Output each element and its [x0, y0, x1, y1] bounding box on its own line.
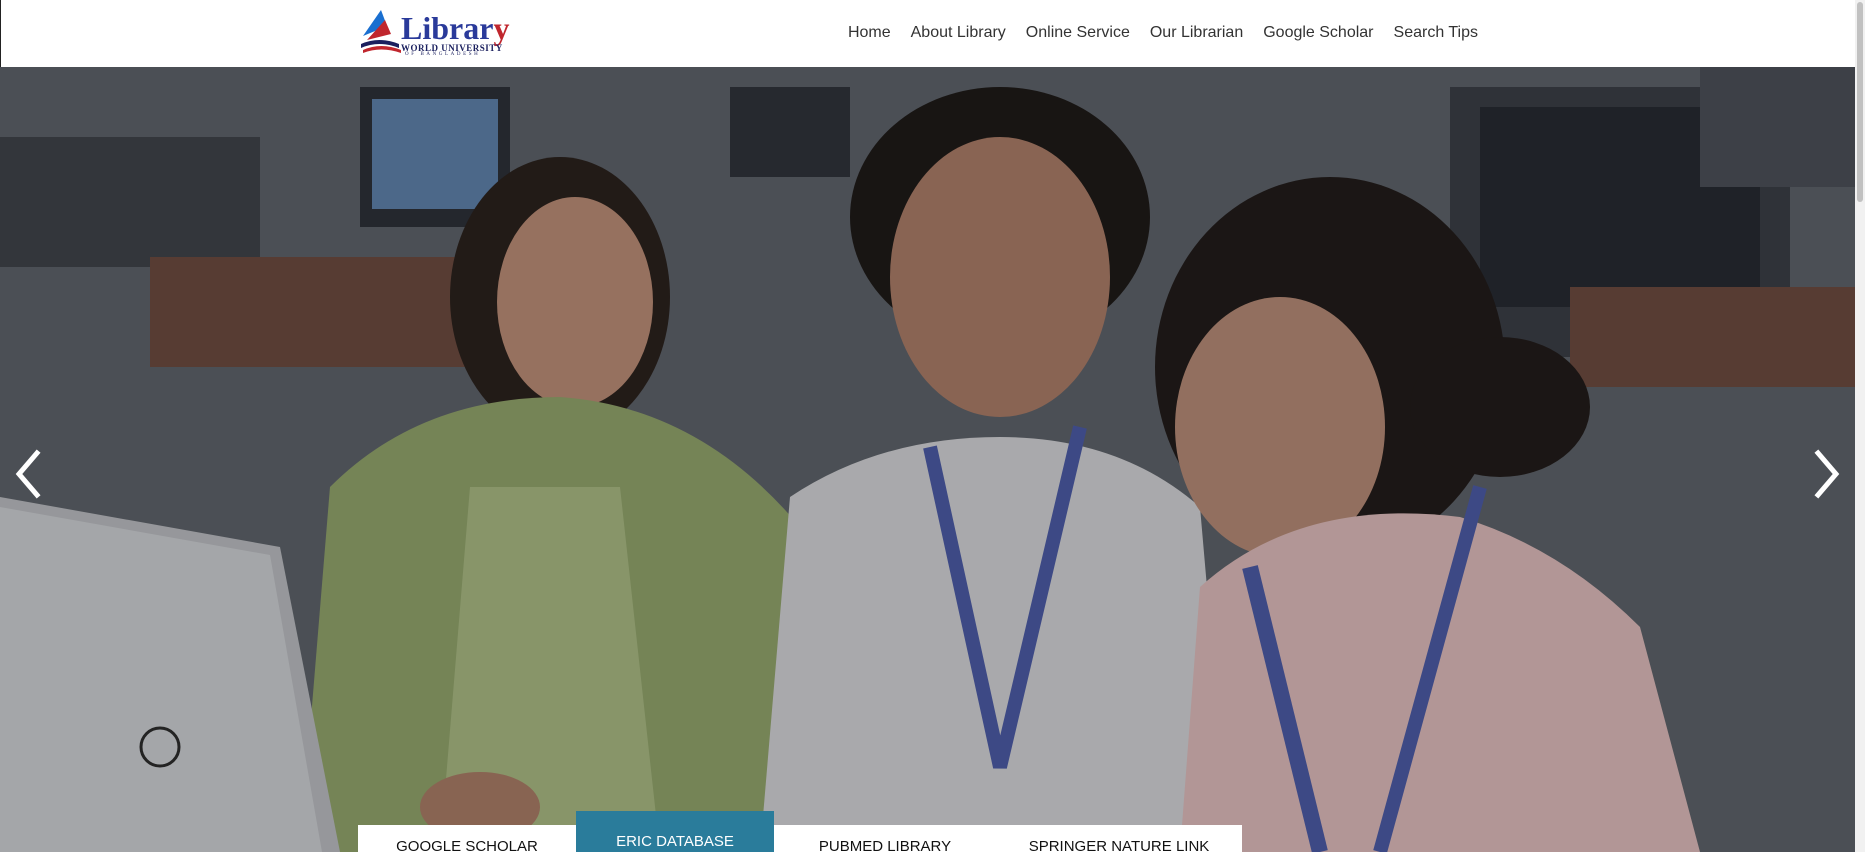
nav-our-librarian[interactable]: Our Librarian: [1140, 22, 1253, 44]
tab-label: SPRINGER NATURE LINK: [1028, 838, 1210, 852]
tab-label: ERIC DATABASE: [616, 833, 734, 850]
logo-subtitle-small: OF BANGLADESH: [405, 52, 481, 57]
carousel-next-button[interactable]: [1807, 444, 1847, 504]
tab-eric-database[interactable]: ERIC DATABASE: [576, 811, 774, 852]
main-nav: Home About Library Online Service Our Li…: [838, 22, 1488, 44]
scrollbar-thumb[interactable]: [1857, 2, 1863, 202]
library-logo[interactable]: Library WORLD UNIVERSITY OF BANGLADESH: [361, 6, 510, 58]
hero-overlay: [0, 67, 1855, 852]
nav-about-library[interactable]: About Library: [901, 22, 1016, 44]
tab-google-scholar[interactable]: GOOGLE SCHOLAR: [358, 825, 576, 852]
carousel-prev-button[interactable]: [8, 444, 48, 504]
tab-label: GOOGLE SCHOLAR: [396, 838, 538, 852]
site-header: Library WORLD UNIVERSITY OF BANGLADESH H…: [0, 0, 1865, 67]
chevron-right-icon: [1814, 449, 1840, 499]
page-scrollbar[interactable]: [1855, 0, 1865, 852]
tab-label: PUBMED LIBRARY: [818, 838, 952, 852]
hero-carousel: [0, 67, 1855, 852]
tab-pubmed-library[interactable]: PUBMED LIBRARY: [774, 825, 996, 852]
nav-home[interactable]: Home: [838, 22, 901, 44]
database-tabs: GOOGLE SCHOLAR ERIC DATABASE PUBMED LIBR…: [358, 811, 1242, 852]
chevron-left-icon: [15, 449, 41, 499]
nav-search-tips[interactable]: Search Tips: [1384, 22, 1488, 44]
logo-title: Library: [401, 10, 510, 46]
tab-springer-nature-link[interactable]: SPRINGER NATURE LINK: [996, 825, 1242, 852]
nav-online-service[interactable]: Online Service: [1016, 22, 1140, 44]
nav-google-scholar[interactable]: Google Scholar: [1253, 22, 1383, 44]
